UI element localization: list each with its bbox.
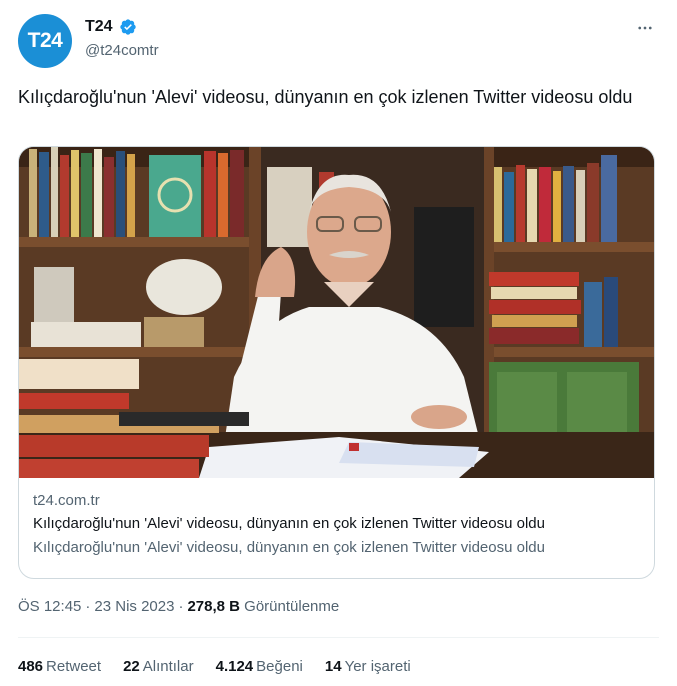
tweet-text: Kılıçdaroğlu'nun 'Alevi' videosu, dünyan… (18, 87, 633, 107)
verified-badge-icon (119, 18, 137, 36)
likes-label: Beğeni (256, 658, 303, 675)
tweet-stats: 486 Retweet 22 Alıntılar 4.124 Beğeni 14 Yer… (18, 658, 411, 675)
views-label: Görüntülenme (244, 598, 340, 615)
tweet-header: T24 T24 @t24comtr (18, 12, 659, 70)
author-name-row: T24 (85, 18, 137, 36)
tweet-time[interactable]: ÖS 12:45 (18, 598, 81, 615)
bookmarks-count: 14 (324, 658, 342, 675)
card-info[interactable]: t24.com.tr Kılıçdaroğlu'nun 'Alevi' vide… (19, 478, 654, 578)
author-display-name[interactable]: T24 (85, 18, 113, 36)
author-handle[interactable]: @t24comtr (85, 42, 159, 59)
card-domain: t24.com.tr (33, 492, 100, 509)
bookmarks-stat[interactable]: 14 Yer işareti (325, 658, 411, 675)
likes-count: 4.124 (215, 658, 254, 675)
card-image[interactable] (19, 147, 654, 478)
retweets-stat[interactable]: 486 Retweet (18, 658, 101, 675)
more-options-button[interactable] (633, 16, 657, 40)
card-title: Kılıçdaroğlu'nun 'Alevi' videosu, dünyan… (33, 515, 545, 532)
divider (18, 637, 659, 638)
card-description: Kılıçdaroğlu'nun 'Alevi' videosu, dünyan… (33, 539, 545, 556)
retweets-count: 486 (18, 658, 44, 675)
more-dots-icon (638, 26, 652, 30)
likes-stat[interactable]: 4.124 Beğeni (216, 658, 303, 675)
retweets-label: Retweet (46, 658, 102, 675)
tweet-meta: ÖS 12:45 · 23 Nis 2023 · 278,8 B Görüntülenm… (18, 598, 340, 615)
quotes-stat[interactable]: 22 Alıntılar (123, 658, 194, 675)
bookmarks-label: Yer işareti (344, 658, 411, 675)
quotes-count: 22 (123, 658, 140, 675)
avatar[interactable]: T24 (18, 14, 72, 68)
link-card[interactable]: t24.com.tr Kılıçdaroğlu'nun 'Alevi' vide… (18, 146, 655, 579)
views-count: 278,8 B (187, 598, 240, 615)
quotes-label: Alıntılar (142, 658, 194, 675)
tweet-date[interactable]: 23 Nis 2023 (94, 598, 174, 615)
